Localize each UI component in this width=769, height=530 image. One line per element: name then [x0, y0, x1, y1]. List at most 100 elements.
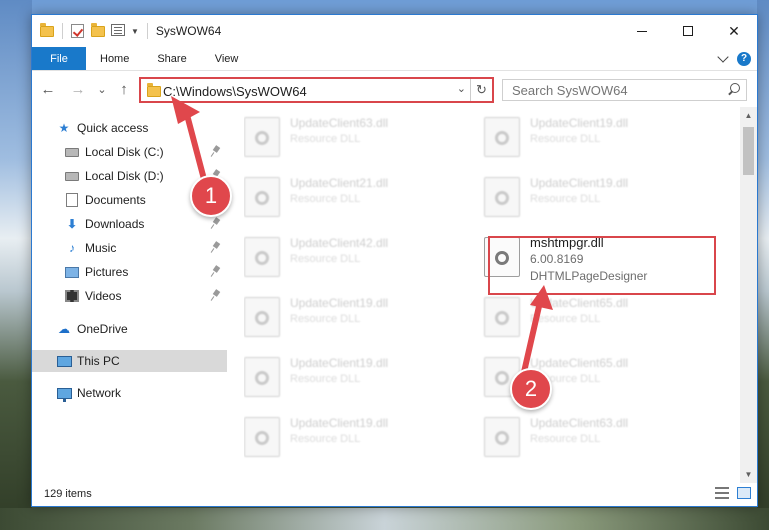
vertical-scrollbar[interactable]: ▲ ▼: [740, 107, 757, 483]
title-bar: ▼ SysWOW64 ✕: [32, 15, 757, 47]
refresh-icon[interactable]: ↻: [470, 79, 492, 101]
desktop-background-bottom: [0, 508, 769, 530]
pictures-icon: [64, 264, 80, 280]
properties-check-icon[interactable]: [71, 24, 85, 38]
file-description: Resource DLL: [530, 193, 601, 205]
sidebar-item-network[interactable]: Network: [32, 382, 227, 404]
file-description: Resource DLL: [290, 373, 361, 385]
customize-toolbar-dropdown[interactable]: ▼: [131, 27, 139, 36]
scroll-up-arrow-icon[interactable]: ▲: [740, 107, 757, 124]
callout-step-2: 2: [510, 368, 552, 410]
sidebar-item-videos[interactable]: Videos: [32, 285, 227, 307]
file-name: UpdateClient19.dll: [290, 296, 389, 310]
sidebar-item-label: This PC: [77, 354, 120, 368]
new-folder-icon[interactable]: [91, 23, 105, 38]
sidebar-item-quick-access[interactable]: ★ Quick access: [32, 117, 227, 139]
tab-file[interactable]: File: [32, 47, 86, 70]
file-description: Resource DLL: [290, 193, 361, 205]
sidebar-item-label: Quick access: [77, 121, 149, 135]
file-name: UpdateClient19.dll: [530, 116, 629, 130]
file-item[interactable]: UpdateClient63.dll Resource DLL: [484, 415, 714, 465]
tab-view[interactable]: View: [201, 47, 253, 70]
cloud-icon: ☁: [58, 322, 70, 336]
tab-share[interactable]: Share: [143, 47, 200, 70]
file-item[interactable]: UpdateClient19.dll Resource DLL: [484, 115, 714, 165]
sidebar-item-pictures[interactable]: Pictures: [32, 261, 227, 283]
music-note-icon: ♪: [69, 241, 75, 255]
large-icons-view-icon[interactable]: [737, 487, 751, 499]
minimize-icon: [637, 30, 647, 32]
address-bar[interactable]: C:\Windows\SysWOW64 ⌄ ↻: [139, 77, 494, 103]
file-description: Resource DLL: [290, 433, 361, 445]
pin-icon[interactable]: [212, 218, 221, 229]
search-input[interactable]: [503, 80, 718, 100]
status-bar: 129 items: [32, 482, 757, 506]
file-item[interactable]: UpdateClient21.dll Resource DLL: [244, 175, 474, 225]
file-item[interactable]: UpdateClient65.dll Resource DLL: [484, 295, 714, 345]
dll-file-icon: [244, 357, 280, 397]
details-view-icon[interactable]: [715, 487, 729, 499]
toolbar-divider: [62, 23, 63, 39]
sidebar-item-label: Videos: [85, 289, 122, 303]
file-list: UpdateClient63.dll Resource DLL UpdateCli…: [244, 115, 744, 475]
documents-icon: [64, 192, 80, 208]
file-name: UpdateClient63.dll: [530, 416, 629, 430]
sidebar-item-local-disk-c[interactable]: Local Disk (C:): [32, 141, 227, 163]
sidebar-item-label: Local Disk (D:): [85, 169, 164, 183]
scrollbar-thumb[interactable]: [743, 127, 754, 175]
scroll-down-arrow-icon[interactable]: ▼: [740, 466, 757, 483]
sidebar-item-label: OneDrive: [77, 322, 128, 336]
file-item[interactable]: UpdateClient19.dll Resource DLL: [244, 355, 474, 405]
pin-icon[interactable]: [212, 146, 221, 157]
file-name: UpdateClient63.dll: [290, 116, 389, 130]
minimize-button[interactable]: [619, 15, 665, 47]
forward-arrow-icon[interactable]: →: [70, 81, 86, 98]
file-item[interactable]: UpdateClient19.dll Resource DLL: [244, 415, 474, 465]
file-item[interactable]: UpdateClient63.dll Resource DLL: [244, 115, 474, 165]
dll-file-icon: [244, 117, 280, 157]
recent-locations-chevron-icon[interactable]: ⌄: [94, 81, 110, 97]
file-description: Resource DLL: [290, 133, 361, 145]
file-name: UpdateClient19.dll: [290, 416, 389, 430]
drive-icon: [64, 168, 80, 184]
pin-icon[interactable]: [212, 242, 221, 253]
sidebar-item-this-pc[interactable]: This PC: [32, 350, 227, 372]
address-dropdown-chevron-icon[interactable]: ⌄: [457, 82, 466, 95]
pin-icon[interactable]: [212, 290, 221, 301]
expand-ribbon-chevron-icon[interactable]: [717, 50, 729, 63]
search-box[interactable]: [502, 79, 747, 101]
pin-icon[interactable]: [212, 266, 221, 277]
address-path[interactable]: C:\Windows\SysWOW64: [163, 84, 307, 99]
file-highlight-box: [488, 236, 716, 295]
sidebar-item-music[interactable]: ♪ Music: [32, 237, 227, 259]
maximize-button[interactable]: [665, 15, 711, 47]
search-icon[interactable]: [727, 83, 740, 96]
sidebar-item-onedrive[interactable]: ☁ OneDrive: [32, 318, 227, 340]
dll-file-icon: [244, 297, 280, 337]
view-toggle: [715, 487, 751, 499]
close-button[interactable]: ✕: [711, 15, 757, 47]
window-title: SysWOW64: [155, 24, 222, 38]
file-item[interactable]: UpdateClient19.dll Resource DLL: [244, 295, 474, 345]
sidebar-item-downloads[interactable]: ⬇ Downloads: [32, 213, 227, 235]
back-arrow-icon[interactable]: ←: [40, 81, 56, 98]
callout-step-1: 1: [190, 175, 232, 217]
file-item[interactable]: UpdateClient19.dll Resource DLL: [484, 175, 714, 225]
file-name: UpdateClient65.dll: [530, 356, 629, 370]
tab-home[interactable]: Home: [86, 47, 143, 70]
window-controls: ✕: [619, 15, 757, 47]
file-name: UpdateClient42.dll: [290, 236, 389, 250]
desktop-background-left: [0, 0, 32, 530]
navigation-bar: ← → ⌄ ↑ C:\Windows\SysWOW64 ⌄ ↻: [32, 73, 757, 107]
up-arrow-icon[interactable]: ↑: [116, 81, 132, 98]
sidebar-item-label: Downloads: [85, 217, 145, 231]
desktop-background-right: [757, 0, 769, 530]
help-icon[interactable]: ?: [737, 51, 751, 66]
ribbon-tabs: File Home Share View ?: [32, 47, 757, 71]
quick-access-toolbar: ▼: [40, 23, 139, 39]
dll-file-icon: [244, 177, 280, 217]
file-description: Resource DLL: [530, 133, 601, 145]
item-count: 129 items: [44, 488, 92, 500]
properties-icon[interactable]: [111, 24, 125, 38]
file-item[interactable]: UpdateClient42.dll Resource DLL: [244, 235, 474, 285]
